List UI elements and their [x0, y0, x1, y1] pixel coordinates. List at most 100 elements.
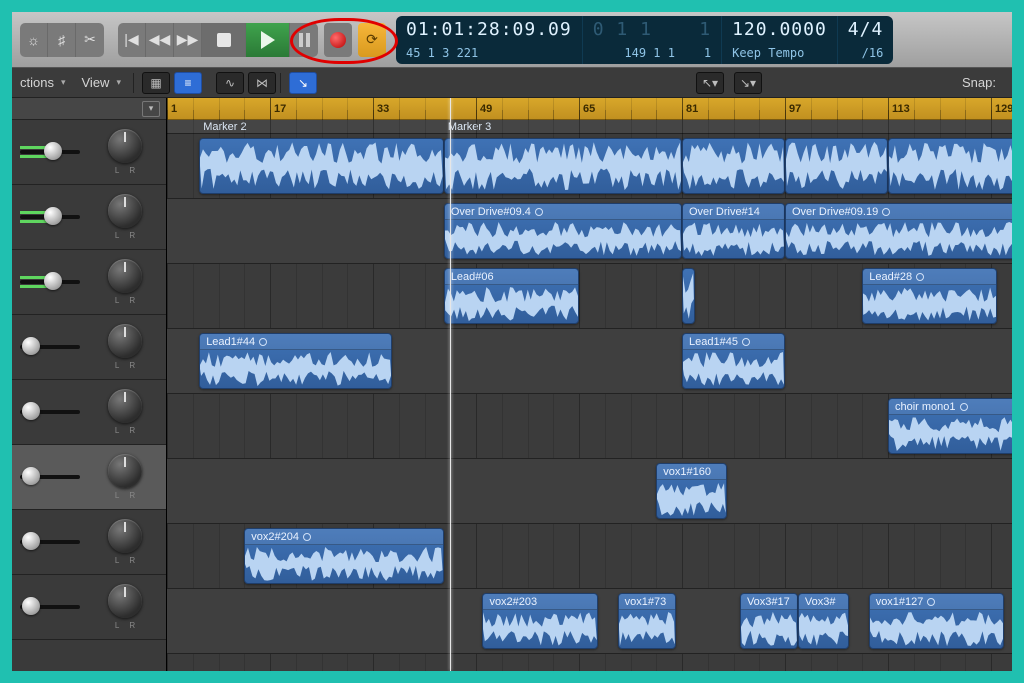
pan-knob[interactable] — [108, 454, 142, 488]
volume-fader[interactable] — [12, 250, 88, 314]
audio-region[interactable]: choir mono1 — [888, 398, 1012, 454]
time-signature[interactable]: 4/4 — [848, 20, 884, 40]
track-lane[interactable]: ••• — [167, 134, 1012, 199]
record-icon — [330, 32, 346, 48]
audio-region[interactable] — [682, 268, 695, 324]
locator-bottom[interactable]: 149 1 1 1 — [593, 46, 711, 60]
audio-region[interactable]: Vox3# — [798, 593, 850, 649]
track-lane[interactable]: Over Drive#09.4 Over Drive#14 Over Drive#0… — [167, 199, 1012, 264]
stop-button[interactable] — [202, 23, 246, 57]
audio-region[interactable]: ••• — [888, 138, 1012, 194]
track-lane[interactable]: vox2#203vox1#73Vox3#17Vox3#vox1#127vo — [167, 589, 1012, 654]
pan-knob[interactable] — [108, 194, 142, 228]
track-lane[interactable]: Lead1#44 Lead1#45 — [167, 329, 1012, 394]
track-header[interactable]: LR — [12, 250, 166, 315]
track-header-options-icon[interactable]: ▾ — [142, 101, 160, 117]
record-button[interactable] — [324, 23, 352, 57]
pan-knob[interactable] — [108, 584, 142, 618]
pan-lr-label: LR — [105, 231, 145, 240]
mixer-icon[interactable]: ♯ — [48, 23, 76, 57]
track-lane[interactable]: vox2#204 — [167, 524, 1012, 589]
scissors-icon[interactable]: ✂ — [76, 23, 104, 57]
audio-region[interactable] — [199, 138, 444, 194]
snap-label[interactable]: Snap: — [954, 75, 1004, 90]
track-header[interactable]: LR — [12, 120, 166, 185]
audio-region[interactable]: Lead#06 — [444, 268, 579, 324]
region-name: Over Drive#14 — [689, 206, 760, 218]
region-name: vox1#73 — [625, 596, 667, 608]
automation-curve-icon[interactable]: ∿ — [216, 72, 244, 94]
audio-region[interactable]: vox1#160 — [656, 463, 727, 519]
pan-lr-label: LR — [105, 426, 145, 435]
track-header[interactable]: LR — [12, 445, 166, 510]
bar-ruler[interactable]: 1173349658197113129145 — [167, 98, 1012, 120]
go-to-start-button[interactable]: |◀ — [118, 23, 146, 57]
volume-fader[interactable] — [12, 445, 88, 509]
rewind-button[interactable]: ◀◀ — [146, 23, 174, 57]
secondary-tool[interactable]: ↘▾ — [734, 72, 762, 94]
timecode-primary[interactable]: 01:01:28:09.09 — [406, 20, 572, 40]
audio-region[interactable]: Over Drive#14 — [682, 203, 785, 259]
pan-knob[interactable] — [108, 259, 142, 293]
track-header[interactable]: LR — [12, 575, 166, 640]
flex-icon[interactable]: ⋈ — [248, 72, 276, 94]
region-name: choir mono1 — [895, 401, 956, 413]
volume-fader[interactable] — [12, 575, 88, 639]
pan-knob[interactable] — [108, 519, 142, 553]
ruler-tick: 81 — [682, 98, 698, 119]
audio-region[interactable] — [444, 138, 682, 194]
track-lane[interactable]: Lead#06 Lead#28 — [167, 264, 1012, 329]
track-header[interactable]: LR — [12, 315, 166, 380]
display-settings-icon[interactable]: ☼ — [20, 23, 48, 57]
play-button[interactable] — [246, 23, 290, 57]
volume-fader[interactable] — [12, 315, 88, 379]
audio-region[interactable]: Lead1#44 — [199, 333, 392, 389]
cycle-range[interactable] — [167, 98, 347, 103]
cycle-button[interactable]: ⟳ — [358, 23, 386, 57]
volume-fader[interactable] — [12, 120, 88, 184]
audio-region[interactable]: vox1#127 — [869, 593, 1004, 649]
audio-region[interactable]: Over Drive#09.4 — [444, 203, 682, 259]
track-lane[interactable]: vox1#160 — [167, 459, 1012, 524]
view-menu[interactable]: View — [74, 68, 129, 97]
track-header[interactable]: LR — [12, 380, 166, 445]
grid-view-icon[interactable]: ▦ — [142, 72, 170, 94]
region-view-icon[interactable]: ≡ — [174, 72, 202, 94]
catch-playhead-icon[interactable]: ↘︎ — [289, 72, 317, 94]
audio-region[interactable]: Over Drive#09.19 — [785, 203, 1012, 259]
tempo-value[interactable]: 120.0000 — [732, 20, 827, 40]
audio-region[interactable]: Vox3#17 — [740, 593, 798, 649]
pan-knob[interactable] — [108, 324, 142, 358]
audio-region[interactable]: vox1#73 — [618, 593, 676, 649]
division[interactable]: /16 — [848, 46, 884, 60]
pan-knob[interactable] — [108, 389, 142, 423]
region-name: Lead#06 — [451, 271, 494, 283]
pan-lr-label: LR — [105, 361, 145, 370]
pointer-tool[interactable]: ↖▾ — [696, 72, 724, 94]
timecode-secondary[interactable]: 45 1 3 221 — [406, 46, 572, 60]
forward-button[interactable]: ▶▶ — [174, 23, 202, 57]
playhead[interactable] — [450, 98, 451, 671]
loop-icon — [259, 338, 267, 346]
volume-fader[interactable] — [12, 185, 88, 249]
audio-region[interactable]: vox2#204 — [244, 528, 444, 584]
pan-knob[interactable] — [108, 129, 142, 163]
audio-region[interactable] — [682, 138, 785, 194]
ruler-tick: 113 — [888, 98, 910, 119]
region-name: vox1#160 — [663, 466, 711, 478]
pause-button[interactable] — [290, 23, 318, 57]
audio-region[interactable]: Lead1#45 — [682, 333, 785, 389]
track-lane[interactable]: choir mono1 — [167, 394, 1012, 459]
locator-top[interactable]: 0 1 1 1 — [593, 20, 711, 40]
audio-region[interactable]: vox2#203 — [482, 593, 598, 649]
tempo-mode[interactable]: Keep Tempo — [732, 46, 827, 60]
audio-region[interactable] — [785, 138, 888, 194]
marker[interactable]: Marker 2 — [199, 120, 246, 133]
functions-menu[interactable]: ctions — [12, 68, 74, 97]
volume-fader[interactable] — [12, 380, 88, 444]
volume-fader[interactable] — [12, 510, 88, 574]
track-header[interactable]: LR — [12, 510, 166, 575]
marker-track[interactable]: Marker 2Marker 3 — [167, 120, 1012, 134]
track-header[interactable]: LR — [12, 185, 166, 250]
audio-region[interactable]: Lead#28 — [862, 268, 997, 324]
